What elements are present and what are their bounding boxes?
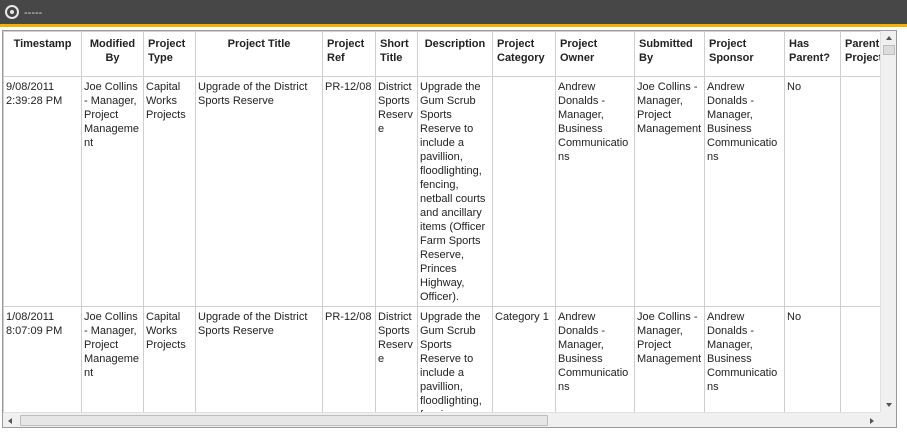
- arrow-up-icon: [886, 36, 892, 40]
- scroll-down-button[interactable]: [881, 398, 896, 412]
- cell-project-title: Upgrade of the District Sports Reserve: [195, 76, 323, 307]
- scrollbar-corner: [880, 412, 896, 427]
- cell-description: Upgrade the Gum Scrub Sports Reserve to …: [417, 306, 493, 412]
- cell-project-sponsor: Andrew Donalds - Manager, Business Commu…: [704, 76, 785, 307]
- cell-project-sponsor: Andrew Donalds - Manager, Business Commu…: [704, 306, 785, 412]
- cell-short-title: District Sports Reserve: [375, 306, 418, 412]
- col-header-submitted-by[interactable]: Submitted By: [634, 31, 705, 77]
- cell-project-owner: Andrew Donalds - Manager, Business Commu…: [555, 76, 635, 307]
- scroll-up-button[interactable]: [881, 31, 896, 45]
- arrow-right-icon: [870, 418, 874, 424]
- arrow-left-icon: [8, 418, 12, 424]
- cell-parent-project: [840, 306, 880, 412]
- horizontal-scroll-thumb[interactable]: [20, 415, 548, 426]
- cell-parent-project: [840, 76, 880, 307]
- col-header-project-type[interactable]: Project Type: [143, 31, 196, 77]
- cell-timestamp: 1/08/2011 8:07:09 PM: [3, 306, 82, 412]
- col-header-project-title[interactable]: Project Title: [195, 31, 323, 77]
- cell-submitted-by: Joe Collins - Manager, Project Managemen…: [634, 306, 705, 412]
- title-bar: -----: [0, 0, 907, 26]
- col-header-description[interactable]: Description: [417, 31, 493, 77]
- table-row[interactable]: 1/08/2011 8:07:09 PM Joe Collins - Manag…: [3, 306, 880, 412]
- window-title: -----: [24, 7, 43, 19]
- cell-project-category: Category 1: [492, 306, 556, 412]
- scroll-left-button[interactable]: [3, 413, 19, 427]
- cell-modified-by: Joe Collins - Manager, Project Managemen…: [81, 76, 144, 307]
- col-header-project-owner[interactable]: Project Owner: [555, 31, 635, 77]
- project-history-table: Timestamp Modified By Project Type Proje…: [3, 31, 880, 412]
- cell-has-parent: No: [784, 76, 841, 307]
- vertical-scroll-thumb[interactable]: [883, 45, 895, 55]
- header-row: Timestamp Modified By Project Type Proje…: [3, 31, 880, 77]
- cell-project-category: [492, 76, 556, 307]
- scroll-right-button[interactable]: [864, 413, 880, 427]
- cell-project-type: Capital Works Projects: [143, 76, 196, 307]
- col-header-timestamp[interactable]: Timestamp: [3, 31, 82, 77]
- cell-submitted-by: Joe Collins - Manager, Project Managemen…: [634, 76, 705, 307]
- cell-project-owner: Andrew Donalds - Manager, Business Commu…: [555, 306, 635, 412]
- cell-project-type: Capital Works Projects: [143, 306, 196, 412]
- cell-project-ref: PR-12/08: [322, 306, 376, 412]
- grid-viewport: Timestamp Modified By Project Type Proje…: [3, 31, 880, 412]
- grid-frame: Timestamp Modified By Project Type Proje…: [2, 30, 897, 428]
- cell-description: Upgrade the Gum Scrub Sports Reserve to …: [417, 76, 493, 307]
- col-header-short-title[interactable]: Short Title: [375, 31, 418, 77]
- title-bar-accent: [0, 24, 907, 27]
- app-logo-icon: [5, 5, 19, 19]
- col-header-parent-project[interactable]: Parent Project: [840, 31, 880, 77]
- cell-project-title: Upgrade of the District Sports Reserve: [195, 306, 323, 412]
- col-header-modified-by[interactable]: Modified By: [81, 31, 144, 77]
- cell-has-parent: No: [784, 306, 841, 412]
- col-header-project-category[interactable]: Project Category: [492, 31, 556, 77]
- col-header-project-sponsor[interactable]: Project Sponsor: [704, 31, 785, 77]
- horizontal-scrollbar[interactable]: [3, 412, 880, 427]
- col-header-project-ref[interactable]: Project Ref: [322, 31, 376, 77]
- arrow-down-icon: [886, 403, 892, 407]
- vertical-scrollbar[interactable]: [880, 31, 896, 412]
- cell-project-ref: PR-12/08: [322, 76, 376, 307]
- table-row[interactable]: 9/08/2011 2:39:28 PM Joe Collins - Manag…: [3, 76, 880, 307]
- cell-timestamp: 9/08/2011 2:39:28 PM: [3, 76, 82, 307]
- cell-short-title: District Sports Reserve: [375, 76, 418, 307]
- col-header-has-parent[interactable]: Has Parent?: [784, 31, 841, 77]
- cell-modified-by: Joe Collins - Manager, Project Managemen…: [81, 306, 144, 412]
